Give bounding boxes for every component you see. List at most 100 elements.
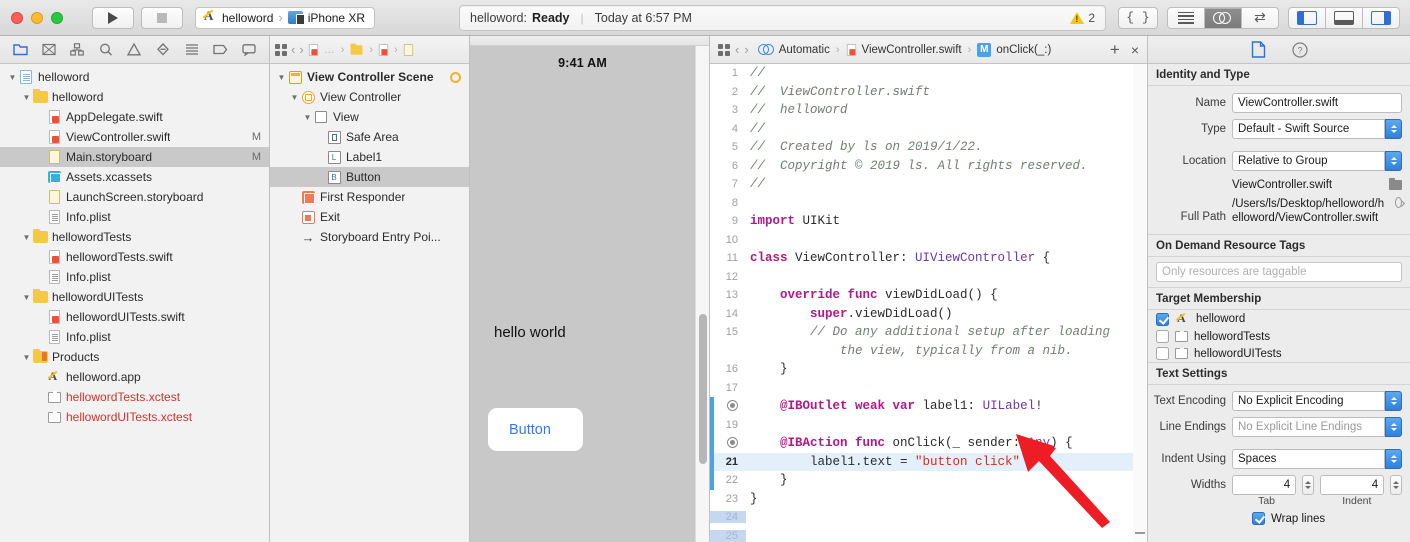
library-button[interactable]: { } xyxy=(1118,6,1158,29)
line-number-gutter[interactable] xyxy=(710,399,746,413)
navigator-row[interactable]: Info.plist xyxy=(0,207,269,227)
line-number-gutter[interactable]: 22 xyxy=(710,474,746,486)
editor-back-icon[interactable]: ‹ xyxy=(735,42,739,57)
toggle-navigator-button[interactable] xyxy=(1288,6,1326,29)
code-line[interactable]: 8 xyxy=(710,194,1147,213)
location-select[interactable]: Relative to Group xyxy=(1232,151,1402,171)
indent-using-select[interactable]: Spaces xyxy=(1232,449,1402,469)
code-line[interactable]: 22 } xyxy=(710,471,1147,490)
line-endings-select[interactable]: No Explicit Line Endings xyxy=(1232,417,1402,437)
symbol-navigator-tab[interactable] xyxy=(67,41,87,59)
target-checkbox[interactable] xyxy=(1156,312,1169,326)
code-line[interactable]: 16 } xyxy=(710,360,1147,379)
wrap-lines-checkbox[interactable] xyxy=(1252,512,1265,525)
line-number-gutter[interactable]: 25 xyxy=(710,529,746,542)
navigator-row[interactable]: ▼ hellowordUITests xyxy=(0,287,269,307)
reveal-in-finder-icon[interactable] xyxy=(1395,197,1402,208)
code-line[interactable]: 21 label1.text = "button click" xyxy=(710,452,1147,471)
indent-width-stepper[interactable] xyxy=(1390,475,1402,495)
line-number-gutter[interactable]: 11 xyxy=(710,252,746,264)
code-line[interactable]: 15 // Do any additional setup after load… xyxy=(710,323,1147,342)
add-editor-icon[interactable]: + xyxy=(1110,40,1120,60)
encoding-select[interactable]: No Explicit Encoding xyxy=(1232,391,1402,411)
code-line[interactable]: 9 import UIKit xyxy=(710,212,1147,231)
disclosure-triangle-icon[interactable]: ▼ xyxy=(21,93,32,102)
line-number-gutter[interactable]: 5 xyxy=(710,141,746,153)
version-editor-button[interactable]: ⇄ xyxy=(1241,6,1279,29)
scene-outline-row[interactable]: Safe Area xyxy=(270,127,469,147)
line-number-gutter[interactable]: 15 xyxy=(710,326,746,338)
navigator-row[interactable]: hellowordTests.swift xyxy=(0,247,269,267)
navigator-row[interactable]: hellowordTests.xctest xyxy=(0,387,269,407)
navigator-row[interactable]: ▼ Products xyxy=(0,347,269,367)
canvas-scrollbar[interactable] xyxy=(695,46,709,542)
editor-forward-icon[interactable]: › xyxy=(744,42,748,57)
line-number-gutter[interactable] xyxy=(710,436,746,450)
scene-outline-row[interactable]: L Label1 xyxy=(270,147,469,167)
line-number-gutter[interactable]: 10 xyxy=(710,234,746,246)
target-membership-row[interactable]: hellowordUITests xyxy=(1148,345,1410,362)
line-number-gutter[interactable]: 2 xyxy=(710,86,746,98)
code-line[interactable]: 7 // xyxy=(710,175,1147,194)
navigator-row[interactable]: hellowordUITests.xctest xyxy=(0,407,269,427)
disclosure-triangle-icon[interactable]: ▼ xyxy=(302,113,313,122)
scene-outline-row[interactable]: ▼ View Controller Scene xyxy=(270,67,469,87)
line-number-gutter[interactable]: 17 xyxy=(710,382,746,394)
editor-file-label[interactable]: ViewController.swift xyxy=(862,44,962,56)
assistant-automatic-label[interactable]: Automatic xyxy=(779,44,830,56)
ib-connection-icon[interactable] xyxy=(727,436,738,448)
related-items-icon[interactable] xyxy=(275,43,287,56)
wrap-lines-row[interactable]: Wrap lines xyxy=(1148,507,1410,525)
navigator-row[interactable]: Assets.xcassets xyxy=(0,167,269,187)
close-window-button[interactable] xyxy=(11,11,23,24)
scene-outline-tree[interactable]: ▼ View Controller Scene ▼ View Controller ▼ V… xyxy=(270,64,469,542)
ib-connection-icon[interactable] xyxy=(727,399,738,411)
code-line[interactable]: 3 // helloword xyxy=(710,101,1147,120)
toggle-inspector-button[interactable] xyxy=(1362,6,1400,29)
indent-width-input[interactable]: 4 xyxy=(1320,475,1385,495)
issue-navigator-tab[interactable] xyxy=(124,41,144,59)
editor-related-items-icon[interactable] xyxy=(718,43,730,56)
activity-status-bar[interactable]: helloword: Ready | Today at 6:57 PM 2 xyxy=(459,5,1106,31)
code-line[interactable]: @IBOutlet weak var label1: UILabel! xyxy=(710,397,1147,416)
line-number-gutter[interactable]: 19 xyxy=(710,419,746,431)
code-line[interactable]: 10 xyxy=(710,231,1147,250)
assistant-editor-button[interactable] xyxy=(1204,6,1242,29)
code-line[interactable]: 17 xyxy=(710,379,1147,398)
navigator-row[interactable]: ▼ helloword xyxy=(0,67,269,87)
line-number-gutter[interactable]: 21 xyxy=(710,456,746,468)
editor-scrollbar[interactable] xyxy=(1133,64,1147,542)
source-control-navigator-tab[interactable] xyxy=(39,41,59,59)
target-checkbox[interactable] xyxy=(1156,330,1169,343)
navigator-row[interactable]: hellowordUITests.swift xyxy=(0,307,269,327)
scene-outline-row[interactable]: → Storyboard Entry Poi... xyxy=(270,227,469,247)
scene-outline-row[interactable]: B Button xyxy=(270,167,469,187)
code-line[interactable]: 6 // Copyright © 2019 ls. All rights rese… xyxy=(710,157,1147,176)
standard-editor-button[interactable] xyxy=(1167,6,1205,29)
navigator-row[interactable]: ▼ hellowordTests xyxy=(0,227,269,247)
line-number-gutter[interactable]: 1 xyxy=(710,67,746,79)
code-line[interactable]: 4 // xyxy=(710,120,1147,139)
target-checkbox[interactable] xyxy=(1156,347,1169,360)
name-input[interactable]: ViewController.swift xyxy=(1232,93,1402,113)
test-navigator-tab[interactable] xyxy=(153,41,173,59)
line-number-gutter[interactable]: 13 xyxy=(710,289,746,301)
line-number-gutter[interactable]: 16 xyxy=(710,363,746,375)
navigator-row[interactable]: helloword.app xyxy=(0,367,269,387)
line-number-gutter[interactable]: 24 xyxy=(710,511,746,524)
simulated-device-view[interactable]: 9:41 AM hello world Button xyxy=(470,46,695,542)
editor-member-label[interactable]: onClick(_:) xyxy=(996,44,1051,56)
code-line[interactable]: 23} xyxy=(710,490,1147,509)
hello-world-label[interactable]: hello world xyxy=(494,324,566,341)
navigator-row[interactable]: Main.storyboard M xyxy=(0,147,269,167)
file-inspector-tab[interactable] xyxy=(1251,41,1266,58)
zoom-window-button[interactable] xyxy=(51,11,63,24)
code-line[interactable]: 13 override func viewDidLoad() { xyxy=(710,286,1147,305)
tab-width-stepper[interactable] xyxy=(1302,475,1314,495)
line-number-gutter[interactable]: 14 xyxy=(710,308,746,320)
navigator-row[interactable]: Info.plist xyxy=(0,267,269,287)
disclosure-triangle-icon[interactable]: ▼ xyxy=(21,293,32,302)
code-text-area[interactable]: 1 // 2 // ViewController.swift 3 // helloword… xyxy=(710,64,1147,542)
target-membership-row[interactable]: hellowordTests xyxy=(1148,328,1410,345)
navigator-row[interactable]: ViewController.swift M xyxy=(0,127,269,147)
